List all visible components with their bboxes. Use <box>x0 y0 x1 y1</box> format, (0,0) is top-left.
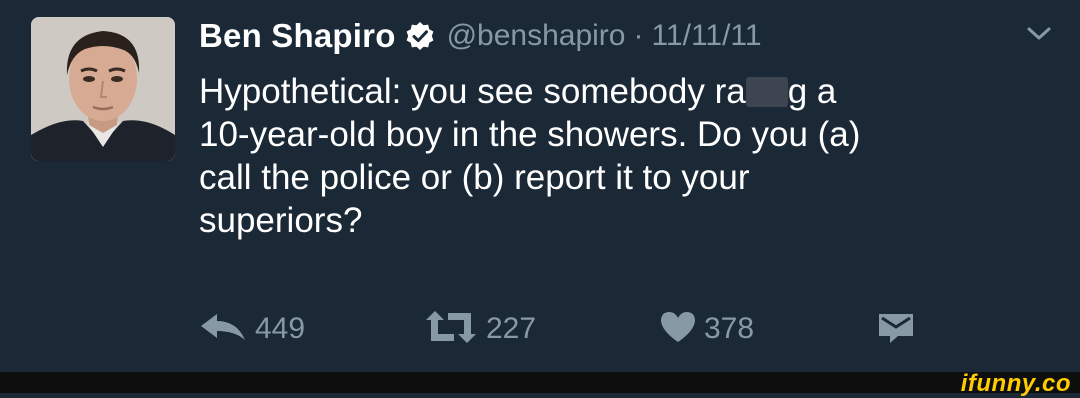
verified-badge-icon <box>405 21 435 51</box>
reply-count: 449 <box>255 312 306 345</box>
redaction-block <box>745 77 788 107</box>
tweet-card: Ben Shapiro @benshapiro · 11/11/11 Hypot… <box>0 0 1080 372</box>
avatar[interactable] <box>31 17 175 161</box>
tweet-text-line-1: Hypothetical: you see somebody ra g a <box>199 70 1019 113</box>
separator-dot: · <box>633 19 644 52</box>
ifunny-watermark: ifunny.co <box>960 370 1071 397</box>
tweet-text-line-2: 10-year-old boy in the showers. Do you (… <box>199 115 861 154</box>
tweet-text-line-4: superiors? <box>199 201 363 240</box>
like-count: 378 <box>704 312 755 345</box>
tweet-text-line-3: call the police or (b) report it to your <box>199 158 750 197</box>
tweet-text-fragment-2: g a <box>787 72 837 111</box>
bottom-bar <box>0 372 1080 393</box>
retweet-icon <box>424 310 478 349</box>
direct-message-button[interactable] <box>878 305 914 353</box>
author-handle[interactable]: @benshapiro <box>447 19 626 53</box>
reply-button[interactable]: 449 <box>199 305 305 353</box>
tweet-text-fragment-1: Hypothetical: you see somebody ra <box>199 72 746 111</box>
retweet-count: 227 <box>486 312 537 345</box>
tweet-date[interactable]: 11/11/11 <box>651 19 761 53</box>
chevron-down-icon[interactable] <box>1024 22 1054 46</box>
heart-icon <box>660 311 696 348</box>
author-name[interactable]: Ben Shapiro <box>199 17 396 55</box>
tweet-header: Ben Shapiro @benshapiro · 11/11/11 <box>199 14 762 58</box>
retweet-button[interactable]: 227 <box>424 305 536 353</box>
tweet-actions: 449 227 378 <box>199 305 959 353</box>
direct-message-icon <box>878 310 914 349</box>
reply-icon <box>199 312 247 347</box>
like-button[interactable]: 378 <box>660 305 754 353</box>
tweet-text: Hypothetical: you see somebody ra g a 10-… <box>199 70 1019 242</box>
